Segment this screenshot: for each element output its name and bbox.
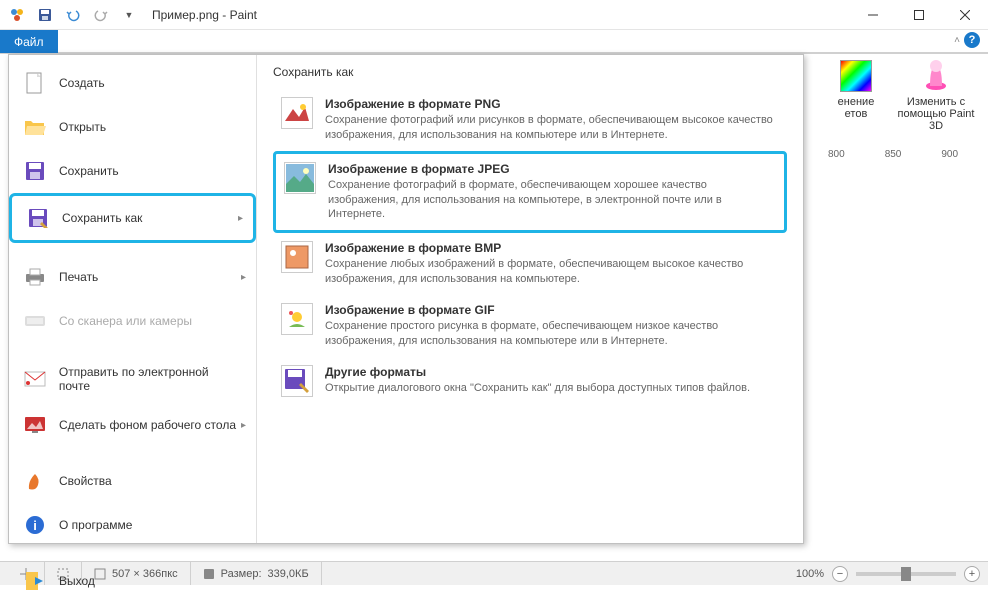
menu-label: Открыть bbox=[59, 120, 106, 134]
menu-exit[interactable]: Выход bbox=[9, 559, 256, 603]
scanner-icon bbox=[23, 309, 47, 333]
submenu-title: Сохранить как bbox=[273, 65, 787, 79]
save-as-icon bbox=[26, 206, 50, 230]
info-icon: i bbox=[23, 513, 47, 537]
menu-label: Печать bbox=[59, 270, 98, 284]
saveas-png[interactable]: Изображение в формате PNG Сохранение фот… bbox=[273, 89, 787, 151]
redo-icon[interactable] bbox=[90, 4, 112, 26]
menu-email[interactable]: Отправить по электронной почте bbox=[9, 355, 256, 403]
undo-icon[interactable] bbox=[62, 4, 84, 26]
menu-scanner: Со сканера или камеры bbox=[9, 299, 256, 343]
sub-desc: Сохранение фотографий или рисунков в фор… bbox=[325, 113, 779, 143]
ribbon-visible-section: енение етов Изменить с помощью Paint 3D bbox=[788, 60, 988, 140]
titlebar: ▼ Пример.png - Paint bbox=[0, 0, 988, 30]
quick-access-toolbar: ▼ bbox=[0, 4, 140, 26]
file-menu-panel: Создать Открыть Сохранить Сохранить как … bbox=[8, 54, 804, 544]
collapse-ribbon-icon[interactable]: ˄ bbox=[954, 35, 960, 46]
png-icon bbox=[281, 97, 313, 129]
app-icon[interactable] bbox=[6, 4, 28, 26]
menu-label: Сделать фоном рабочего стола bbox=[59, 418, 236, 432]
save-as-submenu: Сохранить как Изображение в формате PNG … bbox=[257, 55, 803, 543]
zoom-label: 100% bbox=[796, 568, 824, 580]
chevron-right-icon: ▸ bbox=[241, 272, 246, 283]
menu-save-as[interactable]: Сохранить как ▸ bbox=[9, 193, 256, 243]
menu-label: Выход bbox=[59, 574, 95, 588]
zoom-in-button[interactable]: + bbox=[964, 566, 980, 582]
maximize-button[interactable] bbox=[896, 0, 942, 30]
bmp-icon bbox=[281, 241, 313, 273]
menu-label: Создать bbox=[59, 76, 105, 90]
menu-properties[interactable]: Свойства bbox=[9, 459, 256, 503]
window-title: Пример.png - Paint bbox=[152, 8, 257, 22]
help-icon[interactable]: ? bbox=[964, 32, 980, 48]
sub-title: Изображение в формате GIF bbox=[325, 303, 779, 317]
menu-label: Свойства bbox=[59, 474, 112, 488]
gif-icon bbox=[281, 303, 313, 335]
sub-title: Изображение в формате JPEG bbox=[328, 162, 776, 176]
ruler: 800850900 bbox=[788, 145, 988, 163]
chevron-right-icon: ▸ bbox=[238, 213, 243, 224]
jpeg-icon bbox=[284, 162, 316, 194]
menu-open[interactable]: Открыть bbox=[9, 105, 256, 149]
qat-dropdown-icon[interactable]: ▼ bbox=[118, 4, 140, 26]
menu-label: О программе bbox=[59, 518, 132, 532]
file-menu-list: Создать Открыть Сохранить Сохранить как … bbox=[9, 55, 257, 543]
desktop-bg-icon bbox=[23, 413, 47, 437]
sub-desc: Сохранение любых изображений в формате, … bbox=[325, 257, 779, 287]
menu-about[interactable]: i О программе bbox=[9, 503, 256, 547]
menu-new[interactable]: Создать bbox=[9, 61, 256, 105]
menu-print[interactable]: Печать ▸ bbox=[9, 255, 256, 299]
window-controls bbox=[850, 0, 988, 30]
sub-desc: Открытие диалогового окна "Сохранить как… bbox=[325, 381, 779, 396]
properties-icon bbox=[23, 469, 47, 493]
ribbon-paint3d[interactable]: Изменить с помощью Paint 3D bbox=[896, 60, 976, 140]
sub-title: Изображение в формате PNG bbox=[325, 97, 779, 111]
other-formats-icon bbox=[281, 365, 313, 397]
email-icon bbox=[23, 367, 47, 391]
saveas-jpeg[interactable]: Изображение в формате JPEG Сохранение фо… bbox=[273, 151, 787, 234]
new-icon bbox=[23, 71, 47, 95]
save-icon[interactable] bbox=[34, 4, 56, 26]
saveas-gif[interactable]: Изображение в формате GIF Сохранение про… bbox=[273, 295, 787, 357]
open-icon bbox=[23, 115, 47, 139]
saveas-other[interactable]: Другие форматы Открытие диалогового окна… bbox=[273, 357, 787, 405]
saveas-bmp[interactable]: Изображение в формате BMP Сохранение люб… bbox=[273, 233, 787, 295]
sub-title: Другие форматы bbox=[325, 365, 779, 379]
sub-title: Изображение в формате BMP bbox=[325, 241, 779, 255]
minimize-button[interactable] bbox=[850, 0, 896, 30]
exit-icon bbox=[23, 569, 47, 593]
menu-desktop-bg[interactable]: Сделать фоном рабочего стола ▸ bbox=[9, 403, 256, 447]
menu-label: Сохранить bbox=[59, 164, 119, 178]
zoom-slider[interactable] bbox=[856, 572, 956, 576]
zoom-out-button[interactable]: − bbox=[832, 566, 848, 582]
print-icon bbox=[23, 265, 47, 289]
close-button[interactable] bbox=[942, 0, 988, 30]
file-tab[interactable]: Файл bbox=[0, 30, 58, 53]
svg-text:i: i bbox=[33, 518, 37, 533]
sub-desc: Сохранение простого рисунка в формате, о… bbox=[325, 319, 779, 349]
save-icon bbox=[23, 159, 47, 183]
paint3d-icon bbox=[920, 60, 952, 92]
menu-label: Сохранить как bbox=[62, 211, 142, 225]
ribbon-edit-colors[interactable]: енение етов bbox=[816, 60, 896, 140]
menu-label: Со сканера или камеры bbox=[59, 314, 192, 328]
palette-icon bbox=[840, 60, 872, 92]
sub-desc: Сохранение фотографий в формате, обеспеч… bbox=[328, 178, 776, 223]
menu-label: Отправить по электронной почте bbox=[59, 365, 242, 393]
chevron-right-icon: ▸ bbox=[241, 420, 246, 431]
ribbon-tabbar: Файл ˄ ? bbox=[0, 30, 988, 54]
menu-save[interactable]: Сохранить bbox=[9, 149, 256, 193]
